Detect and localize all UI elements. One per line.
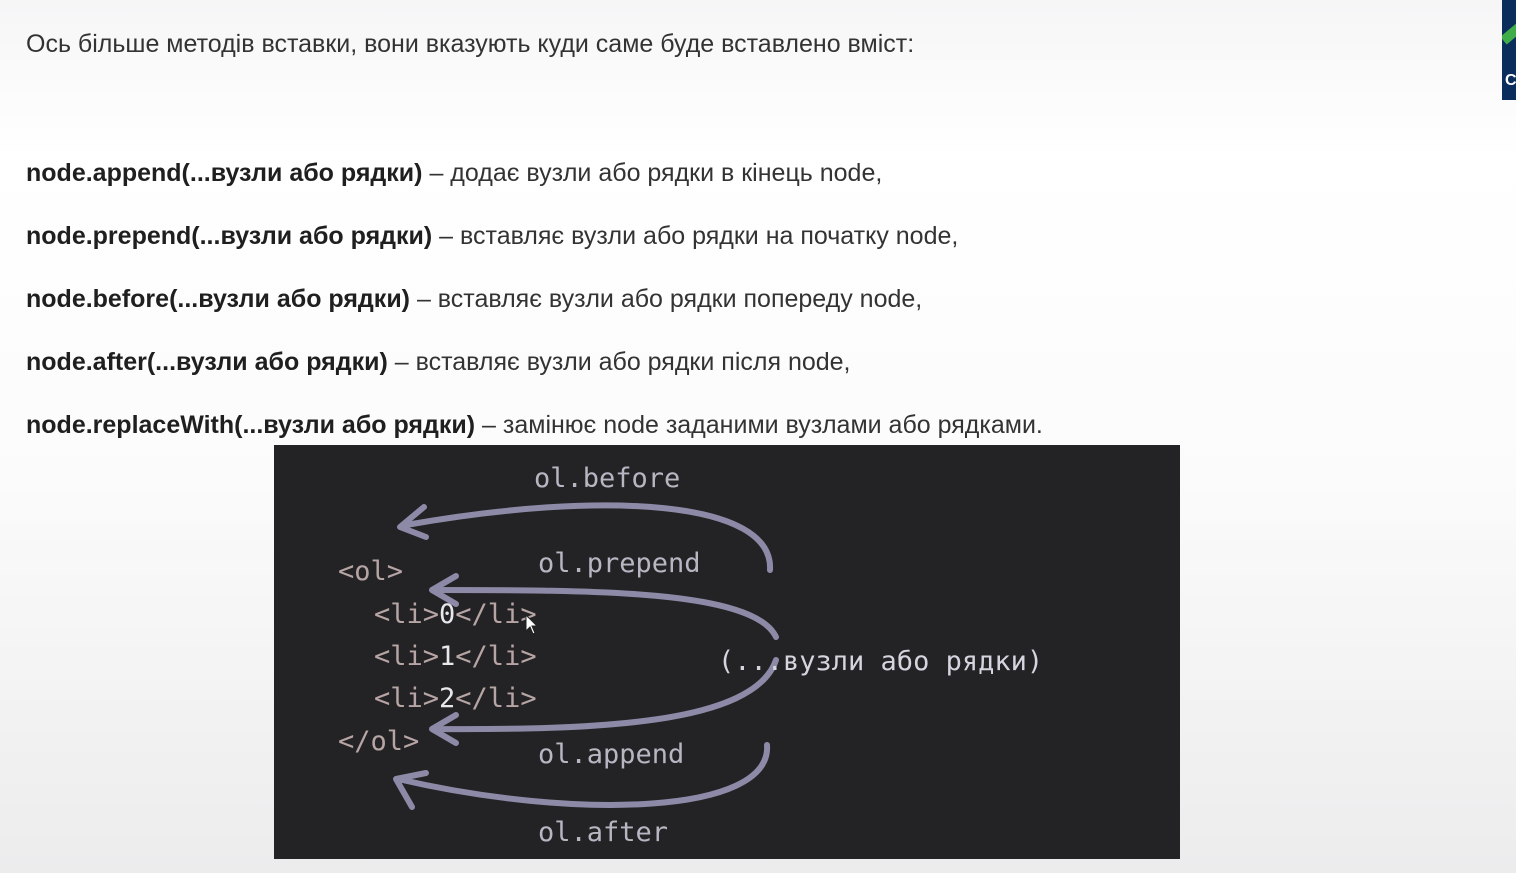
logo-letter: C [1505, 72, 1516, 89]
li-value: 2 [439, 683, 455, 714]
label-ol-append: ol.append [538, 739, 684, 770]
method-signature: node.append(...вузли або рядки) [26, 159, 423, 187]
insertion-methods-diagram: ol.before ol.prepend ol.append ol.after … [274, 445, 1180, 859]
code-li-item-2: <li>2</li> [374, 683, 537, 714]
li-open-tag: <li> [374, 683, 439, 714]
li-open-tag: <li> [374, 641, 439, 672]
method-description: – замінює node заданими вузлами або рядк… [475, 411, 1043, 439]
method-signature: node.before(...вузли або рядки) [26, 285, 411, 313]
method-signature: node.after(...вузли або рядки) [26, 348, 388, 376]
li-open-tag: <li> [374, 599, 439, 630]
label-arguments: (...вузли або рядки) [718, 646, 1043, 677]
label-ol-before: ol.before [534, 463, 680, 494]
li-close-tag: </li> [455, 683, 536, 714]
method-before: node.before(...вузли або рядки) – вставл… [26, 282, 1043, 345]
method-signature: node.prepend(...вузли або рядки) [26, 222, 433, 250]
logo-stripe [1502, 17, 1516, 45]
method-signature: node.replaceWith(...вузли або рядки) [26, 411, 476, 439]
diagram-svg: ol.before ol.prepend ol.append ol.after … [338, 463, 1043, 848]
method-description: – вставляє вузли або рядки попереду node… [410, 285, 923, 313]
code-ol-open: <ol> [338, 556, 403, 587]
li-close-tag: </li> [455, 599, 536, 630]
code-ol-close: </ol> [338, 726, 419, 757]
li-value: 0 [439, 599, 455, 630]
method-after: node.after(...вузли або рядки) – вставля… [26, 345, 1043, 408]
li-close-tag: </li> [455, 641, 536, 672]
method-description: – вставляє вузли або рядки після node, [387, 348, 851, 376]
intro-text: Ось більше методів вставки, вони вказуют… [26, 30, 915, 58]
label-ol-after: ol.after [538, 817, 668, 848]
method-prepend: node.prepend(...вузли або рядки) – встав… [26, 219, 1043, 282]
label-ol-prepend: ol.prepend [538, 548, 701, 579]
arrow-after-head [393, 770, 429, 810]
method-append: node.append(...вузли або рядки) – додає … [26, 156, 1043, 219]
method-description: – вставляє вузли або рядки на початку no… [432, 222, 959, 250]
channel-logo: C [1502, 0, 1516, 100]
li-value: 1 [439, 641, 455, 672]
method-description: – додає вузли або рядки в кінець node, [422, 159, 883, 187]
code-li-item-0: <li>0</li> [374, 599, 537, 630]
code-li-item-1: <li>1</li> [374, 641, 537, 672]
methods-list: node.append(...вузли або рядки) – додає … [26, 156, 1043, 471]
